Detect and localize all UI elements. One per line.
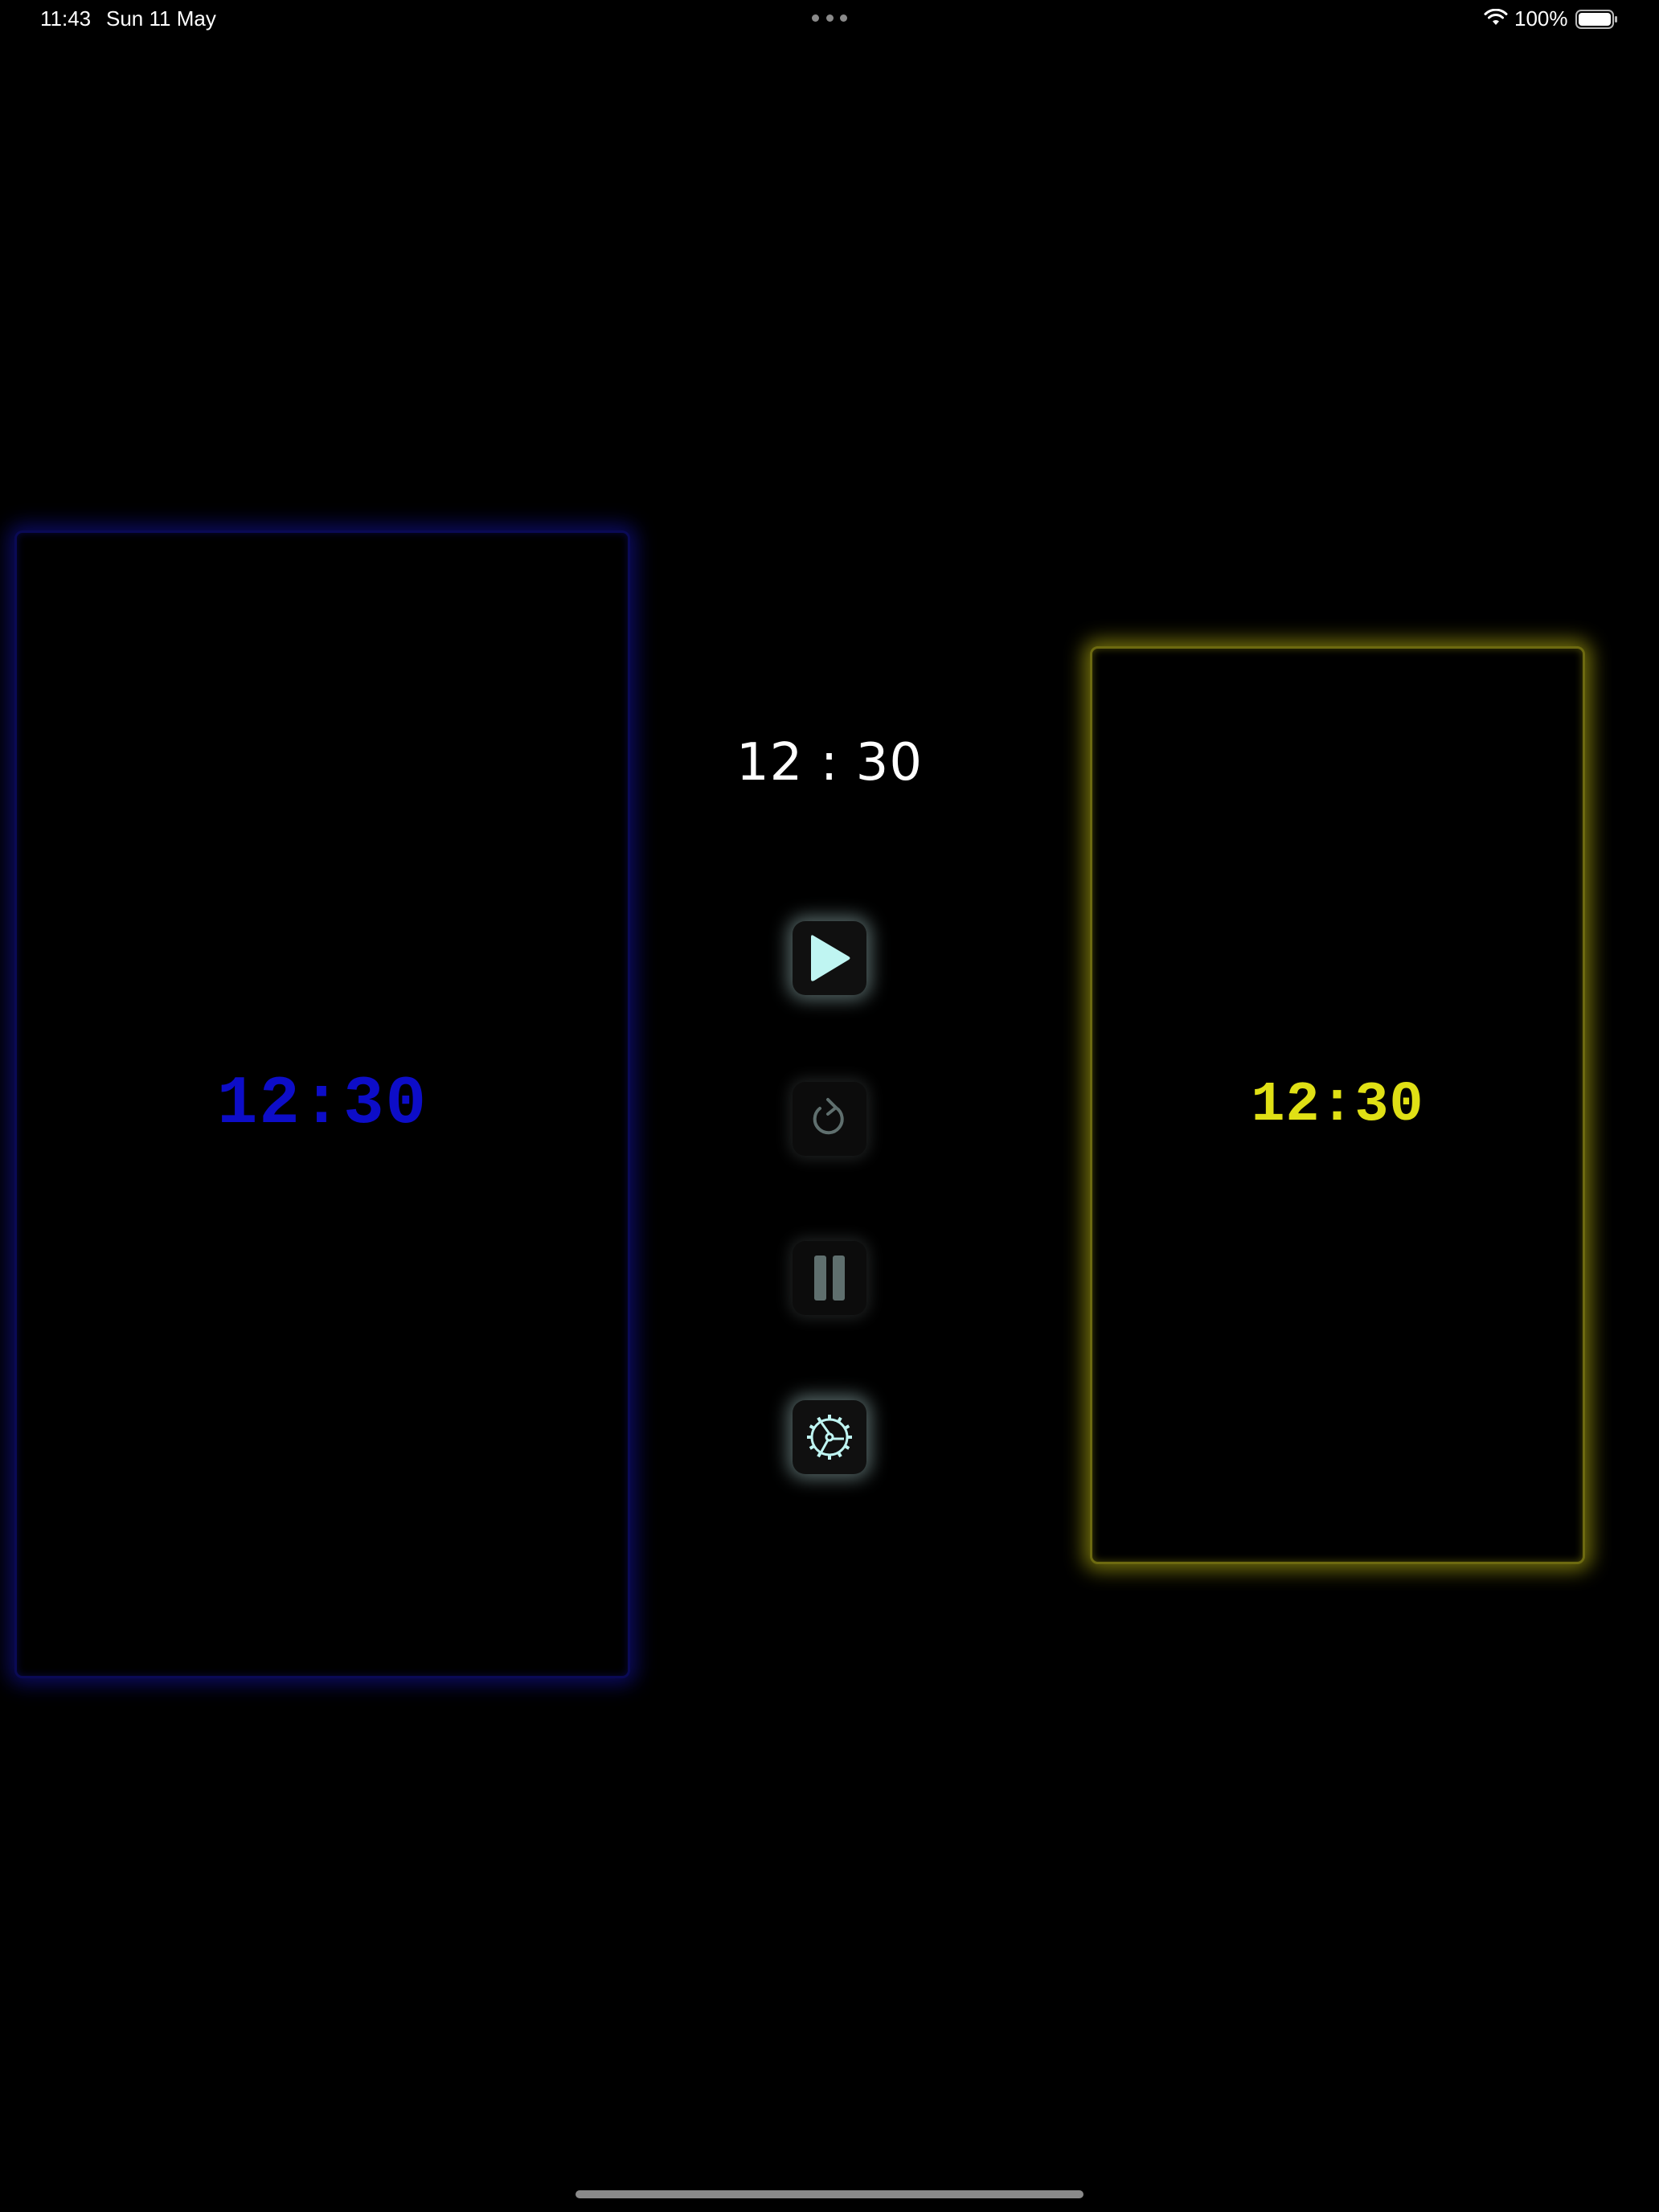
play-icon — [811, 935, 850, 981]
gear-icon — [807, 1415, 852, 1460]
pause-button[interactable] — [793, 1241, 866, 1315]
pause-icon — [814, 1256, 845, 1301]
settings-button[interactable] — [793, 1400, 866, 1474]
game-time-label: 12 : 30 — [735, 733, 924, 793]
player-right-clock[interactable]: 12:30 — [1090, 646, 1585, 1564]
more-dots-icon[interactable] — [812, 14, 847, 23]
home-indicator[interactable] — [576, 2190, 1083, 2198]
battery-percent: 100% — [1514, 6, 1568, 31]
player-left-clock[interactable]: 12:30 — [14, 530, 630, 1678]
restart-button[interactable] — [793, 1082, 866, 1156]
battery-icon — [1575, 10, 1617, 29]
play-button[interactable] — [793, 921, 866, 995]
wifi-icon — [1484, 9, 1508, 25]
player-right-time: 12:30 — [1251, 1073, 1424, 1137]
status-time: 11:43 — [40, 6, 92, 31]
status-bar: 11:43 Sun 11 May 100% — [0, 0, 1659, 39]
restart-icon — [813, 1098, 844, 1135]
status-date: Sun 11 May — [106, 6, 216, 31]
player-left-time: 12:30 — [216, 1066, 428, 1143]
